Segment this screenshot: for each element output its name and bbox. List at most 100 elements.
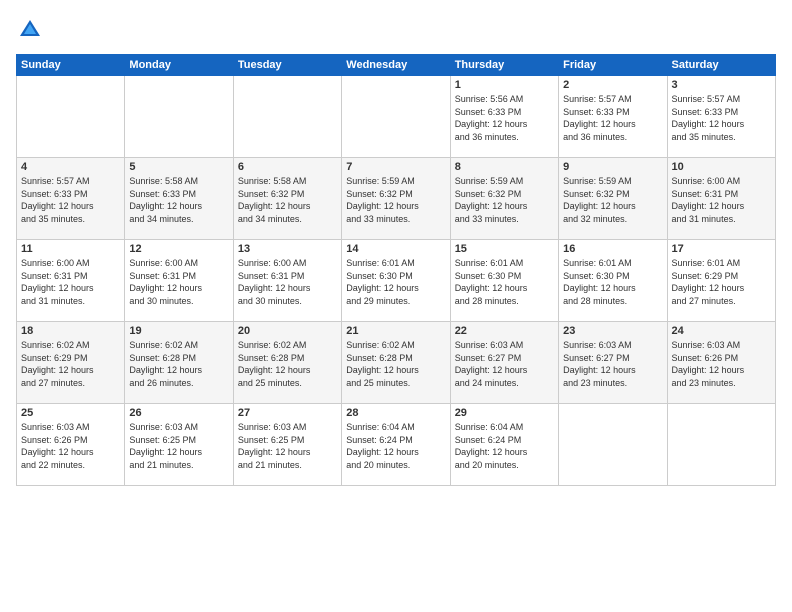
day-info: Sunrise: 6:00 AM Sunset: 6:31 PM Dayligh… [238,257,337,307]
calendar-cell [667,404,775,486]
day-info: Sunrise: 5:58 AM Sunset: 6:32 PM Dayligh… [238,175,337,225]
day-info: Sunrise: 6:01 AM Sunset: 6:30 PM Dayligh… [563,257,662,307]
day-number: 20 [238,325,337,337]
calendar-header-row: SundayMondayTuesdayWednesdayThursdayFrid… [17,55,776,76]
calendar-cell: 29 Sunrise: 6:04 AM Sunset: 6:24 PM Dayli… [450,404,558,486]
day-number: 10 [672,161,771,173]
day-info: Sunrise: 5:59 AM Sunset: 6:32 PM Dayligh… [346,175,445,225]
calendar-week-1: 1Sunrise: 5:56 AM Sunset: 6:33 PM Daylig… [17,76,776,158]
day-number: 15 [455,243,554,255]
calendar-cell: 3 Sunrise: 5:57 AM Sunset: 6:33 PM Daylig… [667,76,775,158]
day-header-wednesday: Wednesday [342,55,450,76]
day-info: Sunrise: 5:57 AM Sunset: 6:33 PM Dayligh… [21,175,120,225]
calendar-cell: 8 Sunrise: 5:59 AM Sunset: 6:32 PM Daylig… [450,158,558,240]
calendar-cell: 11 Sunrise: 6:00 AM Sunset: 6:31 PM Dayli… [17,240,125,322]
day-info: Sunrise: 6:04 AM Sunset: 6:24 PM Dayligh… [346,421,445,471]
calendar-week-3: 11 Sunrise: 6:00 AM Sunset: 6:31 PM Dayli… [17,240,776,322]
day-info: Sunrise: 6:03 AM Sunset: 6:25 PM Dayligh… [129,421,228,471]
day-info: Sunrise: 6:01 AM Sunset: 6:30 PM Dayligh… [455,257,554,307]
calendar-cell: 12 Sunrise: 6:00 AM Sunset: 6:31 PM Dayli… [125,240,233,322]
day-number: 27 [238,407,337,419]
day-header-monday: Monday [125,55,233,76]
day-info: Sunrise: 6:01 AM Sunset: 6:29 PM Dayligh… [672,257,771,307]
day-number: 6 [238,161,337,173]
day-number: 25 [21,407,120,419]
page: SundayMondayTuesdayWednesdayThursdayFrid… [0,0,792,612]
day-info: Sunrise: 6:02 AM Sunset: 6:28 PM Dayligh… [129,339,228,389]
day-number: 14 [346,243,445,255]
day-info: Sunrise: 6:02 AM Sunset: 6:28 PM Dayligh… [238,339,337,389]
calendar-cell [559,404,667,486]
logo [16,16,48,44]
calendar-week-5: 25 Sunrise: 6:03 AM Sunset: 6:26 PM Dayli… [17,404,776,486]
calendar-cell: 28 Sunrise: 6:04 AM Sunset: 6:24 PM Dayli… [342,404,450,486]
day-info: Sunrise: 5:58 AM Sunset: 6:33 PM Dayligh… [129,175,228,225]
calendar: SundayMondayTuesdayWednesdayThursdayFrid… [16,54,776,486]
calendar-cell: 25 Sunrise: 6:03 AM Sunset: 6:26 PM Dayli… [17,404,125,486]
calendar-cell: 7 Sunrise: 5:59 AM Sunset: 6:32 PM Daylig… [342,158,450,240]
calendar-cell: 18 Sunrise: 6:02 AM Sunset: 6:29 PM Dayli… [17,322,125,404]
day-info: Sunrise: 6:04 AM Sunset: 6:24 PM Dayligh… [455,421,554,471]
day-header-sunday: Sunday [17,55,125,76]
calendar-cell: 5Sunrise: 5:58 AM Sunset: 6:33 PM Daylig… [125,158,233,240]
logo-icon [16,16,44,44]
day-number: 9 [563,161,662,173]
calendar-cell: 27 Sunrise: 6:03 AM Sunset: 6:25 PM Dayli… [233,404,341,486]
day-number: 12 [129,243,228,255]
calendar-cell: 1Sunrise: 5:56 AM Sunset: 6:33 PM Daylig… [450,76,558,158]
day-number: 3 [672,79,771,91]
day-number: 2 [563,79,662,91]
day-number: 22 [455,325,554,337]
day-header-friday: Friday [559,55,667,76]
day-number: 7 [346,161,445,173]
day-info: Sunrise: 6:00 AM Sunset: 6:31 PM Dayligh… [21,257,120,307]
day-number: 23 [563,325,662,337]
day-number: 28 [346,407,445,419]
calendar-cell: 2Sunrise: 5:57 AM Sunset: 6:33 PM Daylig… [559,76,667,158]
day-number: 8 [455,161,554,173]
day-info: Sunrise: 5:57 AM Sunset: 6:33 PM Dayligh… [672,93,771,143]
day-info: Sunrise: 5:59 AM Sunset: 6:32 PM Dayligh… [455,175,554,225]
day-info: Sunrise: 6:02 AM Sunset: 6:29 PM Dayligh… [21,339,120,389]
calendar-cell: 19Sunrise: 6:02 AM Sunset: 6:28 PM Dayli… [125,322,233,404]
calendar-cell: 14 Sunrise: 6:01 AM Sunset: 6:30 PM Dayli… [342,240,450,322]
day-info: Sunrise: 6:03 AM Sunset: 6:27 PM Dayligh… [563,339,662,389]
calendar-cell: 17 Sunrise: 6:01 AM Sunset: 6:29 PM Dayli… [667,240,775,322]
calendar-cell [125,76,233,158]
calendar-cell: 9 Sunrise: 5:59 AM Sunset: 6:32 PM Daylig… [559,158,667,240]
calendar-cell: 15 Sunrise: 6:01 AM Sunset: 6:30 PM Dayli… [450,240,558,322]
day-number: 29 [455,407,554,419]
day-info: Sunrise: 6:00 AM Sunset: 6:31 PM Dayligh… [672,175,771,225]
day-info: Sunrise: 6:03 AM Sunset: 6:25 PM Dayligh… [238,421,337,471]
calendar-cell: 22 Sunrise: 6:03 AM Sunset: 6:27 PM Dayli… [450,322,558,404]
calendar-cell: 10 Sunrise: 6:00 AM Sunset: 6:31 PM Dayli… [667,158,775,240]
calendar-cell: 13Sunrise: 6:00 AM Sunset: 6:31 PM Dayli… [233,240,341,322]
day-info: Sunrise: 6:03 AM Sunset: 6:26 PM Dayligh… [672,339,771,389]
day-header-tuesday: Tuesday [233,55,341,76]
calendar-week-2: 4 Sunrise: 5:57 AM Sunset: 6:33 PM Daylig… [17,158,776,240]
calendar-cell: 21 Sunrise: 6:02 AM Sunset: 6:28 PM Dayli… [342,322,450,404]
calendar-cell: 24 Sunrise: 6:03 AM Sunset: 6:26 PM Dayli… [667,322,775,404]
day-info: Sunrise: 5:56 AM Sunset: 6:33 PM Dayligh… [455,93,554,143]
day-header-saturday: Saturday [667,55,775,76]
day-number: 4 [21,161,120,173]
day-number: 26 [129,407,228,419]
day-info: Sunrise: 6:01 AM Sunset: 6:30 PM Dayligh… [346,257,445,307]
day-info: Sunrise: 6:03 AM Sunset: 6:27 PM Dayligh… [455,339,554,389]
day-info: Sunrise: 6:03 AM Sunset: 6:26 PM Dayligh… [21,421,120,471]
day-number: 21 [346,325,445,337]
day-number: 17 [672,243,771,255]
calendar-cell: 20 Sunrise: 6:02 AM Sunset: 6:28 PM Dayli… [233,322,341,404]
day-number: 24 [672,325,771,337]
day-info: Sunrise: 6:02 AM Sunset: 6:28 PM Dayligh… [346,339,445,389]
day-info: Sunrise: 6:00 AM Sunset: 6:31 PM Dayligh… [129,257,228,307]
day-number: 11 [21,243,120,255]
calendar-cell: 26 Sunrise: 6:03 AM Sunset: 6:25 PM Dayli… [125,404,233,486]
day-number: 18 [21,325,120,337]
calendar-cell: 23 Sunrise: 6:03 AM Sunset: 6:27 PM Dayli… [559,322,667,404]
calendar-cell: 6 Sunrise: 5:58 AM Sunset: 6:32 PM Daylig… [233,158,341,240]
day-info: Sunrise: 5:59 AM Sunset: 6:32 PM Dayligh… [563,175,662,225]
calendar-cell [233,76,341,158]
calendar-cell: 4 Sunrise: 5:57 AM Sunset: 6:33 PM Daylig… [17,158,125,240]
calendar-cell [342,76,450,158]
